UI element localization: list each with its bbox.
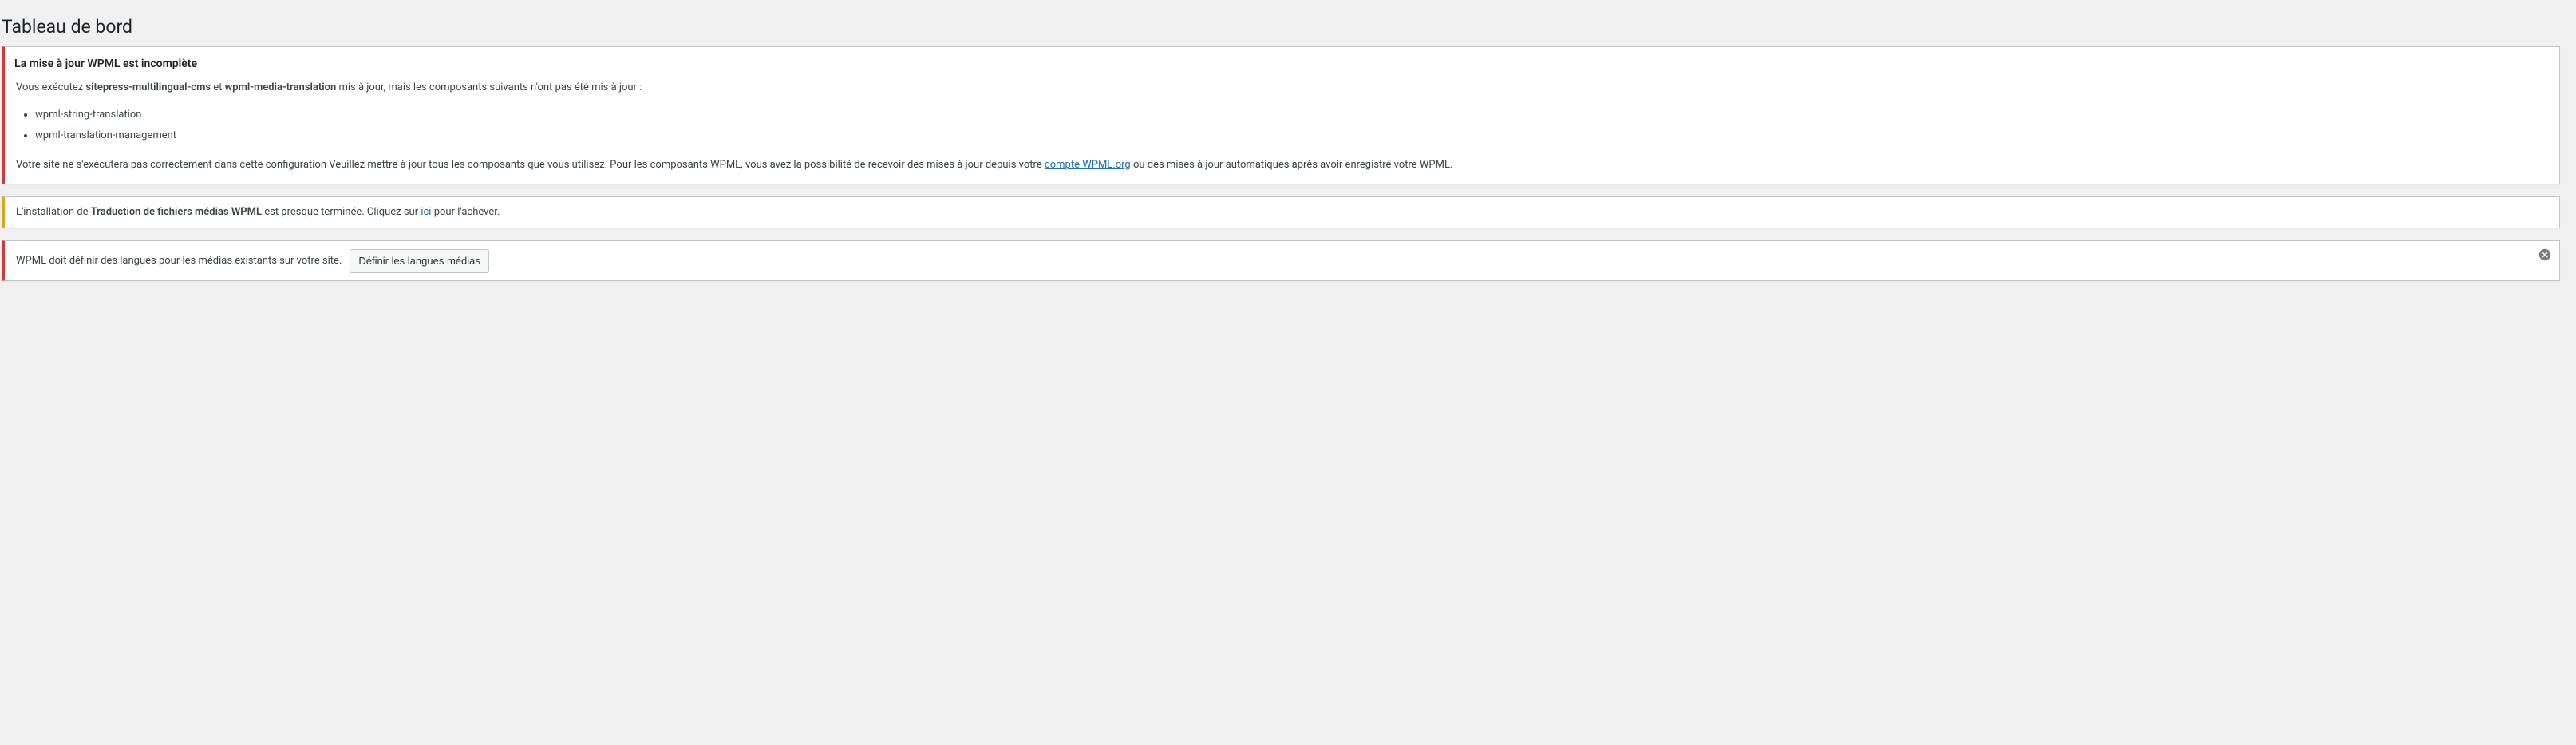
close-icon <box>2538 248 2551 261</box>
notice-intro: Vous exécutez sitepress-multilingual-cms… <box>14 78 2550 97</box>
dismiss-button[interactable] <box>2531 241 2558 268</box>
notice-media-translation: L'installation de Traduction de fichiers… <box>2 196 2560 229</box>
mt-mid: est presque terminée. Cliquez sur <box>262 206 421 218</box>
intro-comp1: sitepress-multilingual-cms <box>85 81 211 93</box>
media-languages-text: WPML doit définir des langues pour les m… <box>16 253 342 269</box>
list-item: wpml-translation-management <box>35 128 2550 144</box>
dashboard-wrap: Tableau de bord La mise à jour WPML est … <box>0 0 2576 281</box>
notice-heading: La mise à jour WPML est incomplète <box>14 56 2550 73</box>
notice-body: L'installation de Traduction de fichiers… <box>14 203 2550 222</box>
notice-outro: Votre site ne s'exécutera pas correcteme… <box>14 156 2550 175</box>
mt-bold: Traduction de fichiers médias WPML <box>91 206 262 218</box>
notice-media-languages: WPML doit définir des langues pour les m… <box>2 240 2560 281</box>
complete-install-link[interactable]: ici <box>421 206 431 218</box>
intro-suffix: mis à jour, mais les composants suivants… <box>336 81 642 93</box>
notice-wpml-incomplete: La mise à jour WPML est incomplète Vous … <box>2 46 2560 184</box>
intro-comp2: wpml-media-translation <box>225 81 337 93</box>
page-title: Tableau de bord <box>2 8 2560 42</box>
missing-components-list: wpml-string-translation wpml-translation… <box>35 107 2550 143</box>
intro-mid: et <box>211 81 225 93</box>
intro-prefix: Vous exécutez <box>16 81 85 93</box>
list-item: wpml-string-translation <box>35 107 2550 123</box>
outro-prefix: Votre site ne s'exécutera pas correcteme… <box>16 159 1045 171</box>
set-media-languages-button[interactable]: Définir les langues médias <box>350 249 488 273</box>
wpml-account-link[interactable]: compte WPML.org <box>1045 159 1131 171</box>
mt-suffix: pour l'achever. <box>431 206 500 218</box>
mt-prefix: L'installation de <box>16 206 91 218</box>
outro-suffix: ou des mises à jour automatiques après a… <box>1131 159 1453 171</box>
